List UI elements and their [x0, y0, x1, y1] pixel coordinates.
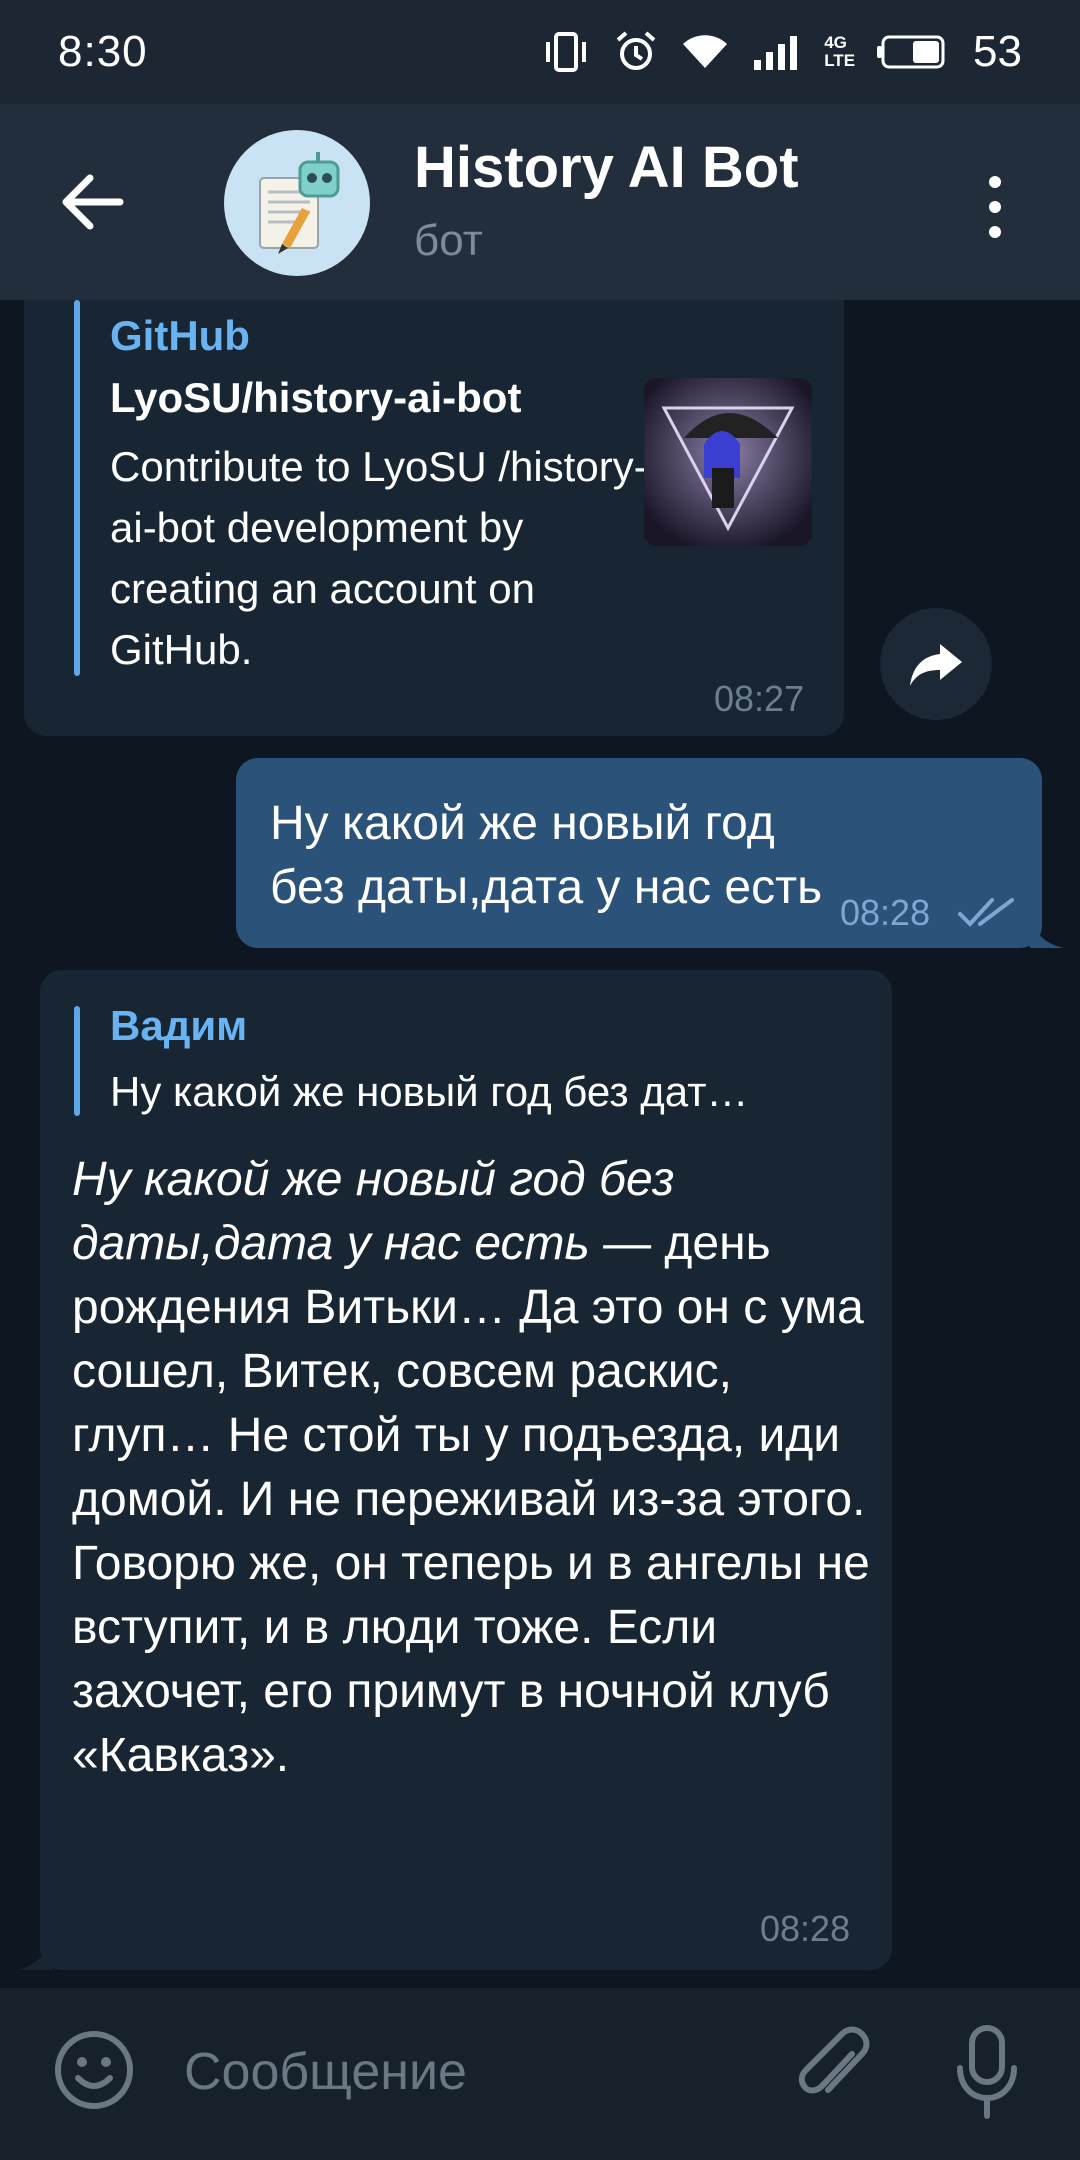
- battery-level: 53: [973, 27, 1022, 76]
- link-preview-bar: [74, 300, 80, 676]
- more-options-button[interactable]: [980, 172, 1010, 242]
- link-preview-source: GitHub: [110, 312, 250, 359]
- chat-messages[interactable]: GitHub LyoSU/history-ai-bot Contribute t…: [0, 300, 1080, 1988]
- reply-italic-quote: Ну какой же новый год без даты,дата у на…: [72, 1153, 675, 1270]
- battery-icon: [877, 34, 947, 70]
- paperclip-icon: [798, 2026, 870, 2094]
- attach-button[interactable]: [790, 2024, 880, 2114]
- emoji-button[interactable]: [52, 2028, 136, 2112]
- message-input[interactable]: [184, 2030, 744, 2114]
- chat-subtitle: бот: [414, 216, 483, 265]
- reply-message-text: Ну какой же новый год без даты,дата у на…: [72, 1148, 872, 1788]
- share-arrow-icon: [910, 644, 962, 686]
- vibrate-icon: [540, 30, 592, 74]
- network-type-icon: 4G LTE: [824, 33, 856, 70]
- back-arrow-icon: [62, 174, 124, 230]
- link-preview-description: Contribute to LyoSU /history-ai-bot deve…: [110, 443, 648, 673]
- reply-quoted-name[interactable]: Вадим: [110, 1002, 247, 1050]
- back-button[interactable]: [58, 170, 128, 234]
- message-composer: [0, 1988, 1080, 2160]
- link-preview-thumbnail[interactable]: [644, 378, 812, 546]
- status-icons: 4G LTE 53: [540, 27, 1022, 77]
- bubble-tail-icon: [18, 1930, 52, 1970]
- smiley-icon: [55, 2031, 133, 2109]
- anime-umbrella-image: [644, 378, 812, 546]
- reply-body: — день рождения Витьки… Да это он с ума …: [72, 1217, 870, 1782]
- bot-avatar[interactable]: [224, 130, 370, 276]
- link-preview-title[interactable]: LyoSU/history-ai-bot: [110, 374, 521, 422]
- more-vertical-icon: [989, 176, 1001, 238]
- signal-icon: [752, 32, 802, 72]
- wifi-icon: [680, 32, 730, 72]
- voice-record-button[interactable]: [952, 2022, 1022, 2122]
- reply-quote-bar: [74, 1006, 80, 1116]
- outgoing-message-text: Ну какой же новый год без даты,дата у на…: [270, 797, 823, 914]
- message-time: 08:27: [714, 678, 805, 719]
- status-bar: 8:30 4G LTE 53: [0, 0, 1080, 104]
- reply-quoted-text[interactable]: Ну какой же новый год без дат…: [110, 1068, 870, 1116]
- double-check-icon: [958, 898, 1014, 927]
- robot-notepad-icon: [259, 152, 340, 254]
- alarm-icon: [614, 30, 658, 74]
- message-time: 08:28: [760, 1908, 851, 1949]
- microphone-icon: [957, 2025, 1017, 2119]
- chat-header: History AI Bot бот: [0, 104, 1080, 300]
- bubble-tail-icon: [1030, 912, 1064, 948]
- message-time: 08:28: [840, 892, 931, 933]
- status-time: 8:30: [58, 27, 148, 76]
- chat-title: History AI Bot: [414, 135, 799, 200]
- share-button[interactable]: [880, 608, 992, 720]
